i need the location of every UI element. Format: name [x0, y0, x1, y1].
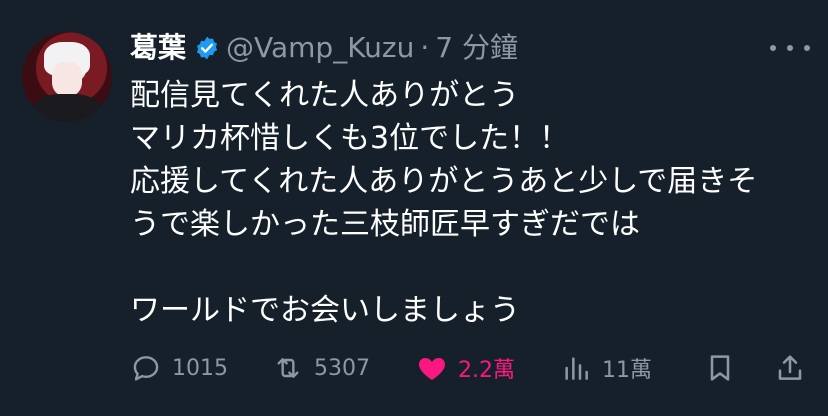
verified-badge-icon — [194, 35, 220, 61]
reply-count: 1015 — [172, 355, 228, 381]
tweet-header: 葛葉 @Vamp_Kuzu · 7 分鐘 — [130, 28, 808, 68]
heart-icon — [419, 358, 445, 380]
retweet-button[interactable]: 5307 — [272, 344, 370, 392]
separator-dot: · — [420, 31, 430, 64]
reply-button[interactable]: 1015 — [130, 344, 228, 392]
like-count: 2.2萬 — [458, 358, 515, 383]
more-dot — [770, 45, 776, 51]
tweet-text: 配信見てくれた人ありがとう マリカ杯惜しくも3位でした！！ 応援してくれた人あり… — [130, 74, 810, 332]
retweet-icon — [277, 358, 299, 378]
share-button[interactable] — [774, 344, 806, 392]
timestamp[interactable]: 7 分鐘 — [435, 28, 518, 68]
views-count: 11萬 — [602, 358, 652, 383]
more-dot — [787, 45, 793, 51]
avatar-face — [52, 62, 82, 96]
views-button[interactable]: 11萬 — [560, 344, 652, 392]
handle[interactable]: @Vamp_Kuzu — [226, 28, 414, 68]
tweet-line: 応援してくれた人ありがとうあと少しで届きそ — [130, 164, 758, 199]
action-bar: 1015 5307 2.2萬 11萬 — [130, 344, 810, 392]
more-dot — [804, 45, 810, 51]
tweet-line: ワールドでお会いしましょう — [130, 293, 520, 328]
tweet-line: マリカ杯惜しくも3位でした！！ — [130, 121, 570, 156]
avatar[interactable] — [22, 32, 112, 122]
share-icon — [778, 355, 802, 380]
reply-icon — [133, 356, 159, 381]
retweet-count: 5307 — [314, 355, 370, 381]
avatar-body — [32, 94, 102, 122]
bookmark-button[interactable] — [704, 344, 736, 392]
views-icon — [565, 357, 588, 380]
display-name[interactable]: 葛葉 — [130, 28, 186, 68]
like-button[interactable]: 2.2萬 — [416, 344, 515, 392]
tweet-line: 配信見てくれた人ありがとう — [130, 78, 520, 113]
bookmark-icon — [710, 355, 730, 381]
tweet-line: うで楽しかった三枝師匠早すぎだでは — [130, 207, 640, 242]
more-icon[interactable] — [770, 34, 810, 62]
